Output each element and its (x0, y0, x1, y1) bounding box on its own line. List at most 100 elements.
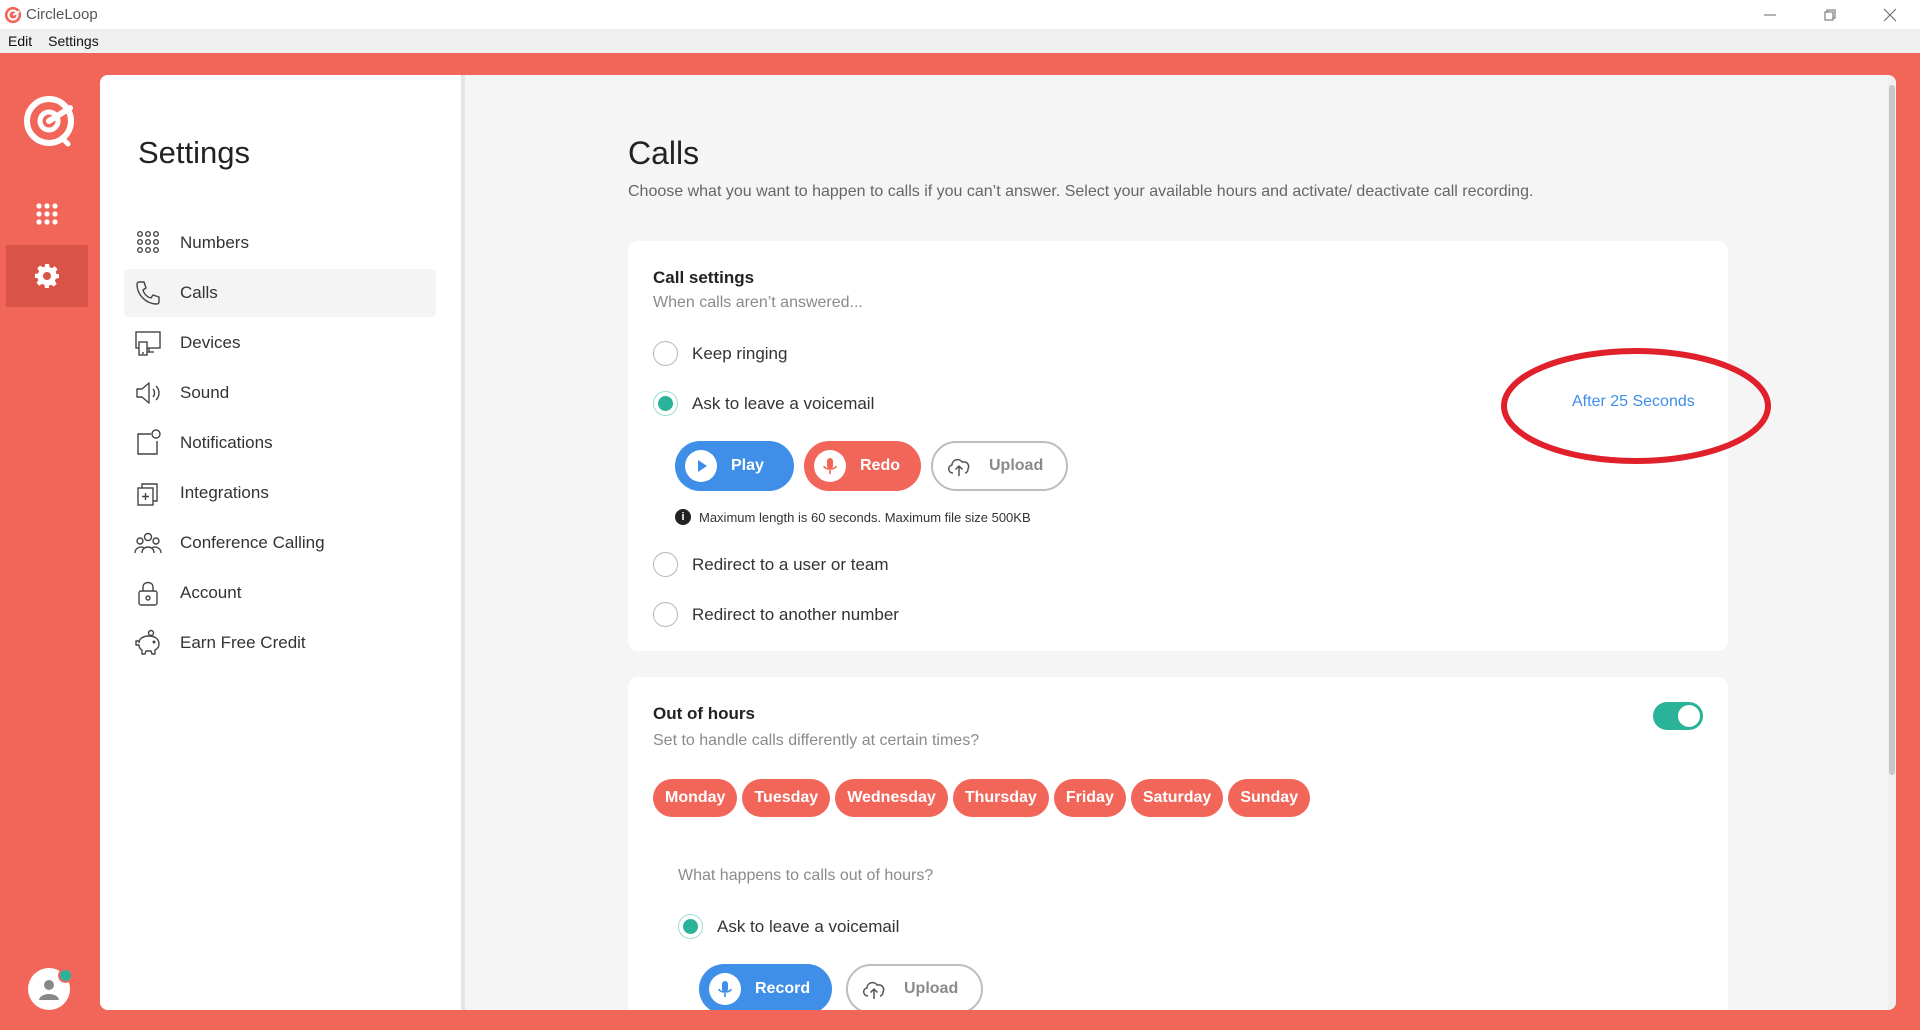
lock-icon (132, 577, 164, 609)
conference-icon (132, 527, 164, 559)
cloud-upload-icon (858, 973, 890, 1005)
sidebar-item-devices[interactable]: Devices (124, 319, 436, 367)
option-keep-ringing[interactable]: Keep ringing (653, 341, 787, 366)
record-button[interactable]: Record (699, 964, 832, 1010)
upload-button[interactable]: Upload (846, 964, 983, 1010)
radio-button[interactable] (653, 552, 678, 577)
microphone-icon (814, 450, 846, 482)
settings-sidebar: Settings Numbers Calls Devices Sound Not… (100, 75, 462, 1010)
window-title: CircleLoop (26, 6, 98, 23)
integrations-icon (132, 477, 164, 509)
radio-button[interactable] (653, 341, 678, 366)
restore-icon (1824, 9, 1836, 20)
dialpad-icon (36, 203, 58, 225)
gear-icon (35, 264, 59, 288)
red-circle-annotation (1501, 348, 1771, 464)
day-friday[interactable]: Friday (1053, 779, 1126, 817)
day-saturday[interactable]: Saturday (1130, 779, 1224, 817)
day-thursday[interactable]: Thursday (952, 779, 1049, 817)
menu-edit[interactable]: Edit (0, 33, 40, 49)
page-description: Choose what you want to happen to calls … (628, 183, 1534, 200)
upload-label: Upload (989, 457, 1044, 474)
scrollbar-thumb[interactable] (1889, 85, 1895, 775)
sidebar-item-label: Notifications (180, 433, 273, 452)
sidebar-item-numbers[interactable]: Numbers (124, 219, 436, 267)
option-label: Ask to leave a voicemail (717, 916, 900, 936)
sidebar-item-earn-free-credit[interactable]: Earn Free Credit (124, 619, 436, 667)
rail-settings-button[interactable] (6, 245, 88, 307)
circleloop-logo-icon (4, 6, 22, 24)
sidebar-item-calls[interactable]: Calls (124, 269, 436, 317)
option-label: Redirect to another number (692, 604, 899, 624)
option-label: Redirect to a user or team (692, 554, 889, 574)
close-button[interactable] (1860, 0, 1920, 29)
circleloop-rail-logo-icon[interactable] (22, 94, 76, 148)
menu-bar: Edit Settings (0, 29, 1920, 53)
sidebar-item-label: Account (180, 583, 242, 602)
restore-button[interactable] (1800, 0, 1860, 29)
option-label: Keep ringing (692, 343, 788, 363)
sidebar-item-label: Integrations (180, 483, 269, 502)
sidebar-item-account[interactable]: Account (124, 569, 436, 617)
option-voicemail[interactable]: Ask to leave a voicemail (653, 391, 874, 416)
upload-button[interactable]: Upload (931, 441, 1068, 491)
redo-button[interactable]: Redo (804, 441, 921, 491)
radio-button-checked[interactable] (678, 914, 703, 939)
sidebar-item-label: Sound (180, 383, 230, 402)
note-text: Maximum length is 60 seconds. Maximum fi… (699, 509, 1031, 525)
day-tuesday[interactable]: Tuesday (742, 779, 831, 817)
sidebar-title: Settings (138, 135, 251, 170)
radio-button-checked[interactable] (653, 391, 678, 416)
card-subtitle: Set to handle calls differently at certa… (653, 732, 980, 749)
menu-settings[interactable]: Settings (40, 33, 107, 49)
call-settings-card: Call settings When calls aren’t answered… (628, 241, 1771, 651)
speaker-icon (132, 377, 164, 409)
sidebar-item-integrations[interactable]: Integrations (124, 469, 436, 517)
option-redirect-user[interactable]: Redirect to a user or team (653, 552, 889, 577)
day-wednesday[interactable]: Wednesday (835, 779, 948, 817)
radio-button[interactable] (653, 602, 678, 627)
online-status-badge (58, 968, 73, 983)
sidebar-item-label: Conference Calling (180, 533, 325, 552)
title-bar: CircleLoop (0, 0, 1920, 29)
option-label: Ask to leave a voicemail (692, 393, 875, 413)
play-label: Play (731, 457, 764, 474)
main-panel: Settings Numbers Calls Devices Sound Not… (100, 75, 1896, 1010)
option-out-of-hours-voicemail[interactable]: Ask to leave a voicemail (678, 914, 899, 939)
card-subtitle: When calls aren’t answered... (653, 294, 863, 311)
sidebar-item-sound[interactable]: Sound (124, 369, 436, 417)
info-icon: i (675, 509, 691, 525)
day-monday[interactable]: Monday (653, 779, 738, 817)
numbers-grid-icon (132, 227, 164, 259)
upload-label: Upload (904, 980, 959, 997)
notification-icon (132, 427, 164, 459)
minimize-button[interactable] (1740, 0, 1800, 29)
sidebar-item-label: Numbers (180, 233, 249, 252)
play-button[interactable]: Play (675, 441, 794, 491)
out-of-hours-toggle[interactable] (1653, 702, 1703, 730)
sidebar-item-label: Calls (180, 283, 218, 302)
user-icon (39, 980, 59, 1000)
scrollbar[interactable] (1888, 75, 1896, 1010)
card-title: Out of hours (653, 704, 755, 723)
rail-dialpad-button[interactable] (6, 183, 88, 245)
microphone-icon (709, 973, 741, 1005)
sidebar-item-label: Earn Free Credit (180, 633, 306, 652)
sidebar-item-notifications[interactable]: Notifications (124, 419, 436, 467)
page-title: Calls (628, 135, 700, 171)
redo-label: Redo (860, 457, 900, 474)
calls-settings-content: Calls Choose what you want to happen to … (465, 75, 1896, 1010)
option-redirect-number[interactable]: Redirect to another number (653, 602, 899, 627)
upload-limit-note: i Maximum length is 60 seconds. Maximum … (675, 509, 1031, 525)
sidebar-item-label: Devices (180, 333, 241, 352)
minimize-icon (1764, 14, 1776, 15)
record-label: Record (755, 980, 811, 997)
out-of-hours-question: What happens to calls out of hours? (678, 867, 934, 884)
day-sunday[interactable]: Sunday (1228, 779, 1311, 817)
phone-icon (132, 277, 164, 309)
card-title: Call settings (653, 268, 755, 287)
day-selector: Monday Tuesday Wednesday Thursday Friday… (653, 779, 1311, 817)
play-icon (685, 450, 717, 482)
devices-icon (132, 327, 164, 359)
sidebar-item-conference-calling[interactable]: Conference Calling (124, 519, 436, 567)
